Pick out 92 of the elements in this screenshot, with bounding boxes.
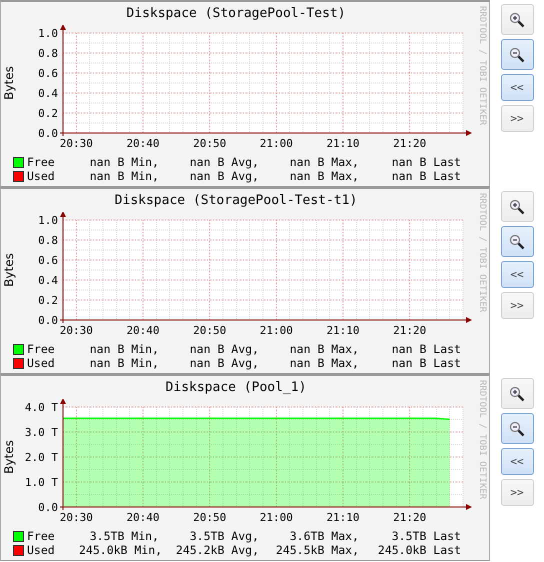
- y-tick-label: 0.8: [38, 47, 58, 60]
- credit-text: RRDTOOL / TOBI OETIKER: [477, 380, 487, 500]
- legend-max: nan B Max,: [288, 169, 359, 183]
- legend-name: Used: [27, 356, 56, 370]
- y-tick-label: 0.0: [38, 501, 58, 514]
- credit-text: RRDTOOL / TOBI OETIKER: [477, 6, 487, 126]
- credit-text: RRDTOOL / TOBI OETIKER: [477, 193, 487, 312]
- pan-button[interactable]: >>: [500, 105, 534, 132]
- legend-avg: nan B Avg,: [188, 342, 259, 356]
- legend-max: nan B Max,: [288, 155, 359, 169]
- x-tick-label: 20:30: [60, 324, 93, 337]
- y-axis-label: Bytes: [2, 253, 16, 287]
- legend-name: Used: [27, 543, 56, 557]
- y-tick-label: 1.0: [38, 214, 58, 227]
- pan-button[interactable]: >>: [500, 292, 534, 319]
- legend-max: 3.6TB Max,: [288, 529, 359, 543]
- pan-button[interactable]: >>: [500, 479, 534, 506]
- y-tick-label: 1.0: [38, 27, 58, 40]
- zoom-out-icon: [509, 234, 525, 250]
- y-tick-label: 4.0 T: [24, 401, 58, 414]
- zoom-in-button[interactable]: [500, 191, 534, 222]
- legend-avg: nan B Avg,: [188, 155, 259, 169]
- y-tick-label: 1.0 T: [24, 476, 58, 489]
- zoom-out-button[interactable]: [500, 226, 534, 257]
- graph-title: Diskspace (StoragePool-Test): [125, 5, 347, 23]
- x-tick-label: 20:40: [126, 137, 160, 150]
- x-tick-label: 20:30: [60, 511, 93, 524]
- x-tick-label: 21:20: [393, 137, 426, 150]
- legend-last: nan B Last: [390, 342, 461, 356]
- pan-button[interactable]: <<: [500, 74, 534, 101]
- zoom-out-icon: [509, 46, 525, 62]
- y-axis-label: Bytes: [2, 440, 16, 474]
- legend-min: nan B Min,: [88, 155, 159, 169]
- x-tick-label: 21:10: [326, 137, 360, 150]
- legend-last: nan B Last: [390, 155, 461, 169]
- legend-last: 3.5TB Last: [390, 529, 461, 543]
- x-tick-label: 20:50: [193, 137, 226, 150]
- zoom-in-icon: [509, 198, 525, 214]
- legend-max: nan B Max,: [288, 342, 359, 356]
- zoom-out-button[interactable]: [500, 39, 534, 70]
- y-tick-label: 0.4: [38, 87, 58, 100]
- y-tick-label: 0.2: [38, 294, 58, 307]
- y-tick-label: 0.6: [38, 67, 58, 80]
- legend-name: Used: [27, 169, 56, 183]
- x-tick-label: 21:10: [326, 324, 360, 337]
- legend-avg: nan B Avg,: [188, 356, 259, 370]
- graph-title: Diskspace (StoragePool-Test-t1): [114, 192, 358, 210]
- x-tick-label: 20:50: [193, 511, 226, 524]
- legend-min: nan B Min,: [88, 342, 159, 356]
- legend-last: nan B Last: [390, 356, 461, 370]
- zoom-in-button[interactable]: [500, 378, 534, 409]
- pan-button[interactable]: <<: [500, 448, 534, 475]
- zoom-in-icon: [509, 12, 525, 28]
- pan-button[interactable]: <<: [500, 261, 534, 288]
- y-axis-label: Bytes: [2, 66, 16, 100]
- x-tick-label: 20:40: [126, 324, 160, 337]
- legend-avg: nan B Avg,: [188, 169, 259, 183]
- x-tick-label: 21:00: [260, 324, 293, 337]
- legend-min: nan B Min,: [88, 169, 159, 183]
- legend-avg: 3.5TB Avg,: [188, 529, 259, 543]
- y-tick-label: 0.0: [38, 127, 58, 140]
- zoom-out-button[interactable]: [500, 413, 534, 444]
- legend-min: 3.5TB Min,: [88, 529, 159, 543]
- x-tick-label: 20:50: [193, 324, 226, 337]
- y-tick-label: 2.0 T: [24, 451, 58, 464]
- zoom-in-button[interactable]: [500, 4, 534, 35]
- x-tick-label: 21:10: [326, 511, 360, 524]
- legend-max: 245.5kB Max,: [274, 543, 359, 557]
- zoom-in-icon: [509, 386, 525, 402]
- legend-min: 245.0kB Min,: [79, 543, 159, 557]
- x-tick-label: 21:20: [393, 324, 426, 337]
- x-tick-label: 21:00: [260, 137, 293, 150]
- y-tick-label: 0.0: [38, 314, 58, 327]
- x-tick-label: 20:40: [126, 511, 160, 524]
- x-tick-label: 21:00: [260, 511, 293, 524]
- zoom-out-icon: [509, 420, 525, 436]
- legend-name: Free: [27, 529, 56, 543]
- y-tick-label: 0.8: [38, 234, 58, 247]
- y-tick-label: 0.4: [38, 274, 58, 287]
- y-tick-label: 0.6: [38, 254, 58, 267]
- legend-name: Free: [27, 342, 56, 356]
- legend-last: nan B Last: [390, 169, 461, 183]
- y-tick-label: 0.2: [38, 107, 58, 120]
- legend-avg: 245.2kB Avg,: [174, 543, 259, 557]
- legend-min: nan B Min,: [88, 356, 159, 370]
- legend-last: 245.0kB Last: [376, 543, 461, 557]
- graph-title: Diskspace (Pool_1): [164, 379, 308, 397]
- x-tick-label: 20:30: [60, 137, 93, 150]
- x-tick-label: 21:20: [393, 511, 426, 524]
- legend-name: Free: [27, 155, 56, 169]
- legend-max: nan B Max,: [288, 356, 359, 370]
- y-tick-label: 3.0 T: [24, 426, 58, 439]
